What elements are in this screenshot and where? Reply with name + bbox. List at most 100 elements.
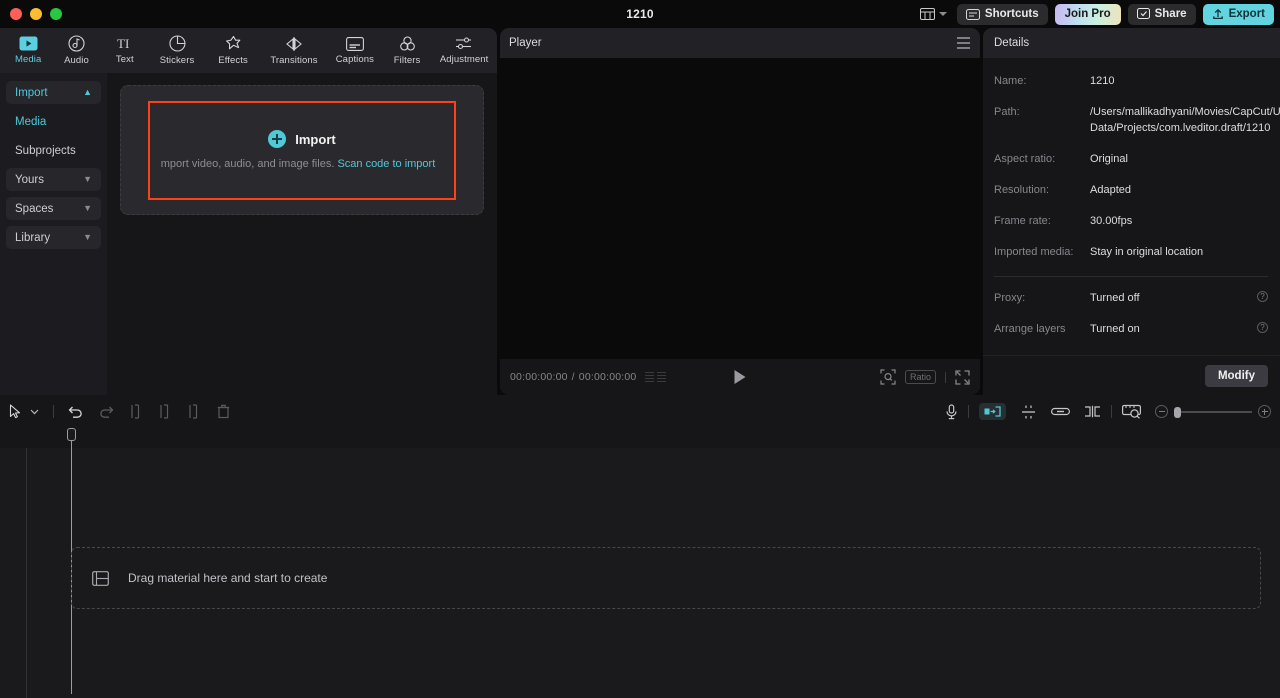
- details-value: Stay in original location: [1090, 245, 1268, 261]
- tab-captions-label: Captions: [336, 54, 374, 65]
- tab-stickers[interactable]: Stickers: [149, 28, 205, 73]
- timeline-dropzone[interactable]: Drag material here and start to create: [71, 547, 1261, 609]
- sidebar-item-subprojects[interactable]: Subprojects: [6, 139, 101, 162]
- sidebar-item-subprojects-label: Subprojects: [15, 145, 76, 157]
- sidebar-item-spaces[interactable]: Spaces ▼: [6, 197, 101, 220]
- details-key: Name:: [994, 74, 1090, 90]
- layout-switcher-button[interactable]: [917, 5, 950, 23]
- tab-adjustment[interactable]: Adjustment: [431, 28, 497, 73]
- tab-captions[interactable]: Captions: [327, 28, 383, 73]
- zoom-fit-icon[interactable]: [880, 369, 896, 385]
- import-hint: mport video, audio, and image files. Sca…: [161, 158, 436, 170]
- record-voiceover-button[interactable]: [945, 404, 958, 420]
- trim-right-button[interactable]: [188, 404, 201, 419]
- adjust-icon: [1020, 404, 1037, 420]
- tab-effects[interactable]: Effects: [205, 28, 261, 73]
- cursor-tool-dropdown[interactable]: [30, 409, 39, 415]
- tab-stickers-label: Stickers: [160, 55, 195, 66]
- sidebar-item-import[interactable]: Import ▲: [6, 81, 101, 104]
- tab-audio[interactable]: Audio: [52, 28, 100, 73]
- cursor-arrow-icon: [9, 404, 22, 419]
- playhead-handle[interactable]: [67, 428, 76, 441]
- ratio-badge[interactable]: Ratio: [905, 370, 936, 384]
- media-content-panel: Import mport video, audio, and image fil…: [107, 73, 497, 395]
- tab-transitions[interactable]: Transitions: [261, 28, 327, 73]
- help-icon[interactable]: ?: [1257, 291, 1268, 302]
- link-clips-button[interactable]: [1051, 406, 1070, 417]
- join-pro-button[interactable]: Join Pro: [1055, 4, 1121, 25]
- import-button-box[interactable]: Import mport video, audio, and image fil…: [148, 101, 456, 200]
- timeline-ruler[interactable]: [0, 428, 1280, 448]
- player-preview-stage[interactable]: [500, 58, 980, 359]
- hamburger-menu-icon[interactable]: [957, 37, 970, 49]
- audio-disc-icon: [68, 35, 85, 52]
- link-icon: [1051, 406, 1070, 417]
- feature-tab-bar: Media Audio TI Text Stickers: [0, 28, 497, 73]
- toolbar-divider: [968, 405, 969, 418]
- share-label: Share: [1155, 8, 1187, 20]
- play-icon[interactable]: [735, 370, 746, 384]
- tab-text-label: Text: [116, 54, 134, 65]
- player-controls: 00:00:00:00 / 00:00:00:00 Ratio: [500, 359, 980, 395]
- timeline-canvas[interactable]: Drag material here and start to create: [0, 428, 1280, 698]
- chevron-down-icon: [30, 409, 39, 415]
- player-header: Player: [500, 28, 980, 58]
- tab-text[interactable]: TI Text: [101, 28, 149, 73]
- timeline-dropzone-label: Drag material here and start to create: [128, 571, 327, 585]
- zoom-slider-handle[interactable]: [1174, 407, 1181, 418]
- export-label: Export: [1229, 8, 1265, 20]
- details-key: Arrange layers: [994, 322, 1090, 338]
- snap-toggle-button[interactable]: [979, 403, 1006, 420]
- fit-timeline-icon: [1122, 404, 1141, 419]
- sidebar-item-library[interactable]: Library ▼: [6, 226, 101, 249]
- sidebar-item-import-label: Import: [15, 87, 48, 99]
- tab-filters[interactable]: Filters: [383, 28, 431, 73]
- timeline-zoom-slider[interactable]: [1155, 405, 1271, 418]
- effects-star-icon: [225, 35, 242, 52]
- delete-button[interactable]: [217, 404, 230, 419]
- share-button[interactable]: Share: [1128, 4, 1196, 25]
- microphone-icon: [945, 404, 958, 420]
- zoom-out-icon[interactable]: [1155, 405, 1168, 418]
- upload-icon: [1212, 8, 1224, 20]
- film-strip-icon: [92, 571, 109, 586]
- sidebar-item-yours[interactable]: Yours ▼: [6, 168, 101, 191]
- undo-button[interactable]: [68, 405, 83, 419]
- text-ti-icon: TI: [116, 36, 134, 51]
- trim-right-icon: [188, 404, 201, 419]
- details-value: /Users/mallikadhyani/Movies/CapCut/User …: [1090, 105, 1280, 137]
- details-row-path: Path: /Users/mallikadhyani/Movies/CapCut…: [994, 105, 1268, 137]
- fit-timeline-button[interactable]: [1122, 404, 1141, 419]
- media-sidebar: Import ▲ Media Subprojects Yours ▼ Space…: [0, 73, 107, 395]
- media-dropzone[interactable]: Import mport video, audio, and image fil…: [120, 85, 484, 215]
- title-bar: 1210 Shortcuts Join Pr: [0, 0, 1280, 28]
- split-button[interactable]: [130, 404, 143, 419]
- scan-code-link[interactable]: Scan code to import: [337, 158, 435, 170]
- time-separator: /: [572, 371, 575, 383]
- cursor-tool-button[interactable]: [9, 404, 22, 419]
- tab-media[interactable]: Media: [4, 28, 52, 73]
- help-icon[interactable]: ?: [1257, 322, 1268, 333]
- filters-icon: [399, 36, 416, 52]
- fullscreen-icon[interactable]: [955, 370, 970, 385]
- details-title: Details: [994, 37, 1029, 49]
- details-key: Resolution:: [994, 183, 1090, 199]
- sidebar-item-media[interactable]: Media: [6, 110, 101, 133]
- shortcuts-button[interactable]: Shortcuts: [957, 4, 1048, 25]
- trim-left-button[interactable]: [159, 404, 172, 419]
- details-row-name: Name: 1210: [994, 74, 1268, 90]
- modify-button[interactable]: Modify: [1205, 365, 1268, 387]
- undo-icon: [68, 405, 83, 419]
- mirror-clip-button[interactable]: [1084, 405, 1101, 418]
- player-current-time[interactable]: 00:00:00:00: [510, 371, 568, 383]
- details-panel: Details Name: 1210 Path: /Users/mallikad…: [983, 28, 1280, 395]
- captions-icon: [346, 37, 364, 51]
- redo-button[interactable]: [99, 405, 114, 419]
- zoom-slider-track[interactable]: [1174, 411, 1252, 413]
- auto-adjust-button[interactable]: [1020, 404, 1037, 420]
- timeline-tools-right: [945, 403, 1271, 420]
- zoom-in-icon[interactable]: [1258, 405, 1271, 418]
- details-value: Turned off: [1090, 291, 1257, 307]
- export-button[interactable]: Export: [1203, 4, 1274, 25]
- details-row-resolution: Resolution: Adapted: [994, 183, 1268, 199]
